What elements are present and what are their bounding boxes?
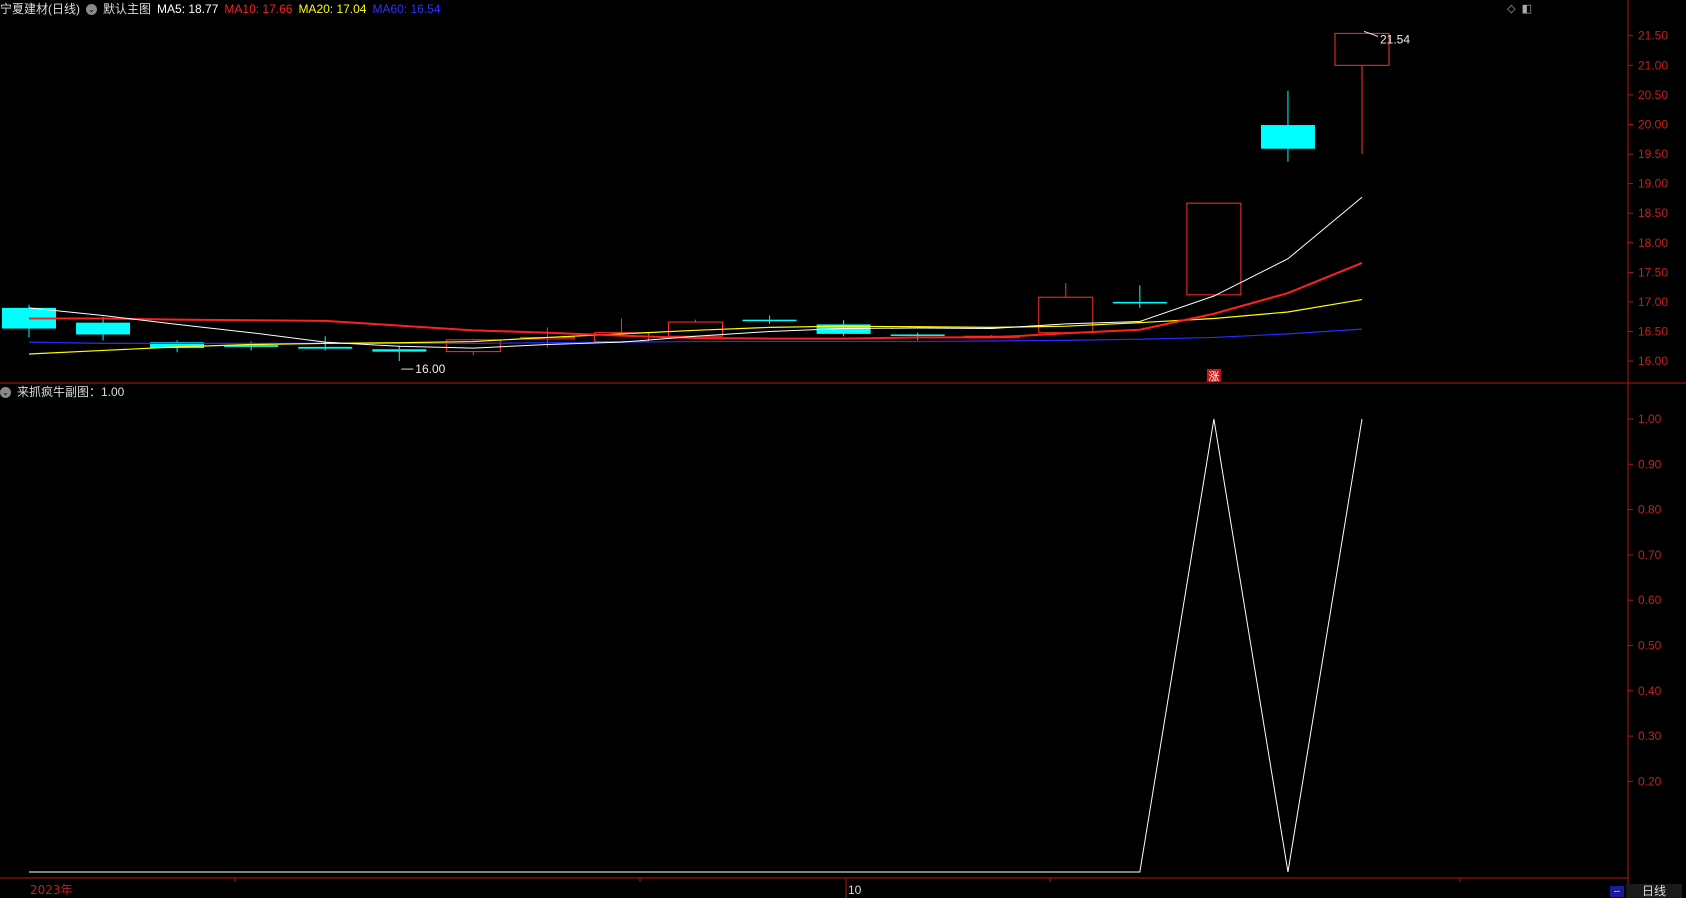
candle-body: [372, 349, 427, 352]
period-button[interactable]: 日线: [1626, 884, 1682, 898]
candle-body: [1038, 296, 1094, 334]
time-label-month: 10: [848, 883, 862, 897]
ma5-label: MA5: 18.77: [157, 2, 219, 16]
indicator-line: [29, 418, 1363, 873]
main-chart-header: 宁夏建材(日线) ⌄ 默认主图 MA5: 18.77 MA10: 17.66 M…: [0, 0, 441, 18]
price-tick-label: 16.50: [1638, 325, 1668, 339]
indicator-tick-label: 0.30: [1638, 729, 1662, 743]
candle-body: [1112, 301, 1167, 304]
candle-body: [1260, 125, 1315, 149]
price-tick-label: 17.00: [1638, 295, 1668, 309]
sub-chart-label: 来抓疯牛副图：1.00: [17, 385, 125, 399]
price-tick-label: 19.50: [1638, 147, 1668, 161]
chart-canvas: 16.00 16.50 17.00 17.50 18.00 18.50 19.00 19.50…: [0, 0, 1686, 898]
indicator-tick-label: 0.60: [1638, 593, 1662, 607]
indicator-tick-label: 1.00: [1638, 412, 1662, 426]
time-label-year: 2023年: [30, 883, 73, 897]
high-price-label: 21.54: [1380, 32, 1410, 46]
candle-body: [298, 346, 353, 349]
candle-body: [1186, 202, 1242, 296]
candle-body: [76, 322, 131, 335]
rise-marker-label: 涨: [1208, 370, 1219, 383]
main-chart-label[interactable]: 默认主图: [103, 0, 151, 18]
price-tick-label: 16.00: [1638, 354, 1668, 368]
sub-chart-header: ⌄ 来抓疯牛副图：1.00: [0, 383, 124, 401]
diamond-icon[interactable]: ◇: [1507, 2, 1515, 15]
ma10-label: MA10: 17.66: [224, 2, 293, 16]
ma10-line: [29, 261, 1363, 340]
price-tick-label: 21.00: [1638, 58, 1668, 72]
price-tick-label: 18.00: [1638, 236, 1668, 250]
window-toggle-icon[interactable]: ◧: [1522, 2, 1532, 15]
top-right-icons: ◇ ◧: [1507, 2, 1532, 15]
indicator-tick-label: 0.50: [1638, 639, 1662, 653]
price-tick-label: 17.50: [1638, 265, 1668, 279]
stock-name: 宁夏建材(日线): [0, 2, 80, 16]
indicator-tick-label: 0.90: [1638, 457, 1662, 471]
indicator-tick-label: 0.80: [1638, 503, 1662, 517]
indicator-tick-label: 0.40: [1638, 684, 1662, 698]
low-price-label: 16.00: [415, 362, 445, 376]
price-tick-label: 20.00: [1638, 117, 1668, 131]
price-tick-label: 18.50: [1638, 206, 1668, 220]
price-tick-label: 21.50: [1638, 29, 1668, 43]
indicator-tick-label: 0.70: [1638, 548, 1662, 562]
price-tick-label: 20.50: [1638, 88, 1668, 102]
candle-body: [742, 319, 797, 322]
ma20-label: MA20: 17.04: [298, 2, 367, 16]
chevron-down-icon[interactable]: ⌄: [86, 3, 97, 15]
candle-body: [890, 334, 945, 336]
indicator-tick-label: 0.20: [1638, 774, 1662, 788]
mini-indicator[interactable]: --: [1610, 886, 1624, 897]
ma20-line: [28, 298, 1363, 355]
price-tick-label: 19.00: [1638, 177, 1668, 191]
ma60-label: MA60: 16.54: [372, 2, 441, 16]
collapse-icon[interactable]: ⌄: [0, 386, 11, 398]
